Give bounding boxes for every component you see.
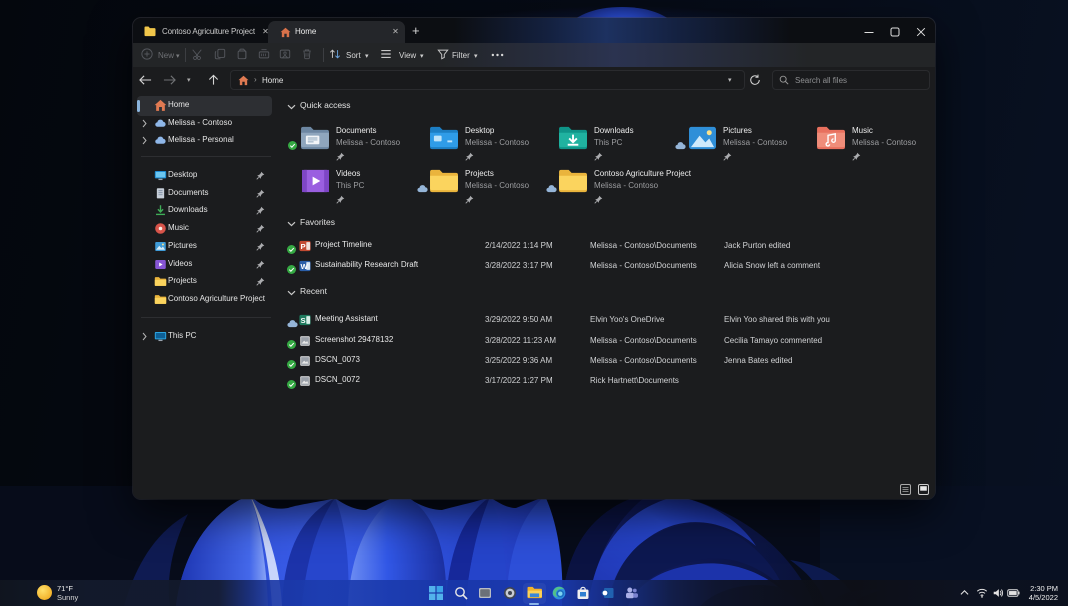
svg-text:S: S [301, 316, 306, 325]
svg-text:P: P [301, 242, 306, 251]
svg-text:W: W [301, 262, 309, 271]
